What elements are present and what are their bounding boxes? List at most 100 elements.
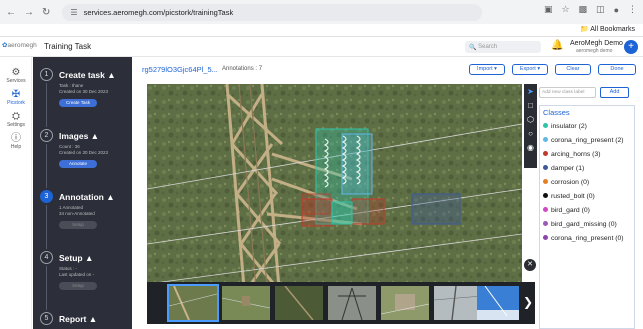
class-item[interactable]: corona_ring_present (0): [543, 235, 624, 242]
chevron-up-icon: ▲: [85, 253, 94, 263]
step-title: Setup ▲: [59, 253, 93, 263]
class-item[interactable]: arcing_horns (3): [543, 151, 601, 158]
thumbnail[interactable]: [167, 284, 219, 322]
back-arrow-icon[interactable]: ←: [6, 7, 16, 18]
class-item[interactable]: damper (1): [543, 165, 584, 172]
rectangle-tool-icon[interactable]: □: [524, 99, 537, 112]
bell-icon[interactable]: 🔔: [551, 40, 563, 51]
aeromegh-logo[interactable]: ✿aeromegh: [2, 41, 37, 49]
menu-dots-icon[interactable]: ⋮: [628, 4, 637, 15]
nav-item-settings[interactable]: ⛭ Settings: [0, 111, 32, 128]
split-icon[interactable]: ◫: [596, 4, 605, 15]
step-connector: [46, 144, 47, 188]
class-item[interactable]: insulator (2): [543, 123, 587, 130]
nav-label: Services: [6, 78, 26, 84]
step-line: 1 Annotated: [59, 205, 84, 210]
step-line: Created on 30 Dec 2023: [59, 89, 109, 94]
export-dropdown[interactable]: Export ▾: [512, 64, 548, 75]
step-title-text: Setup: [59, 253, 83, 263]
app-header: ✿aeromegh Training Task 🔍 Search 🔔 AeroM…: [0, 37, 643, 57]
annotations-count: Annotations : 7: [222, 66, 263, 72]
cast-icon[interactable]: ▣: [544, 4, 553, 15]
nav-label: Settings: [6, 122, 26, 128]
thumbnail[interactable]: [434, 286, 482, 320]
circle-tool-icon[interactable]: ○: [524, 127, 537, 140]
point-tool-icon[interactable]: ◉: [524, 141, 537, 154]
new-class-input[interactable]: Add new class label: [539, 87, 596, 98]
help-icon: ⓘ: [11, 133, 21, 144]
class-item[interactable]: rusted_bolt (0): [543, 193, 595, 200]
class-color-dot: [543, 207, 548, 212]
url-text: services.aeromegh.com/picstork/trainingT…: [83, 7, 234, 17]
all-bookmarks-label: All Bookmarks: [590, 26, 635, 33]
nav-item-services[interactable]: ⚙ Services: [0, 67, 32, 84]
step-title-text: Annotation: [59, 192, 104, 202]
step-number: 1: [40, 68, 53, 81]
class-color-dot: [543, 179, 548, 184]
image-file-name[interactable]: rg5279lO3Gjc64Pl_5...: [142, 65, 218, 74]
thumbnail[interactable]: [275, 286, 323, 320]
thumbnail[interactable]: [222, 286, 270, 320]
step-line: Last updated on -: [59, 272, 95, 277]
nav-label: Picstork: [7, 100, 25, 106]
class-item[interactable]: corona_ring_present (2): [543, 137, 624, 144]
pointer-icon[interactable]: ➤: [524, 85, 537, 98]
step-connector: [46, 266, 47, 310]
class-color-dot: [543, 193, 548, 198]
class-label: arcing_horns (3): [551, 151, 601, 158]
step-title: Create task ▲: [59, 70, 116, 80]
clear-button[interactable]: Clear: [555, 64, 591, 75]
step-number: 5: [40, 312, 53, 325]
step-title: Report ▲: [59, 314, 97, 324]
add-button[interactable]: +: [624, 40, 638, 54]
step-title: Images ▲: [59, 131, 99, 141]
class-item[interactable]: bird_gard_missing (0): [543, 221, 617, 228]
chevron-up-icon: ▲: [88, 314, 98, 324]
thumbnail[interactable]: [381, 286, 429, 320]
nav-label: Help: [10, 144, 22, 150]
bookmark-star-icon[interactable]: ☆: [561, 4, 569, 15]
user-name[interactable]: AeroMegh Demo: [570, 40, 623, 47]
step-line: 34 non-Annotated: [59, 211, 95, 216]
step-title-text: Create task: [59, 70, 105, 80]
all-bookmarks[interactable]: 📁 All Bookmarks: [580, 25, 635, 33]
import-dropdown[interactable]: Import ▾: [469, 64, 505, 75]
annotate-button[interactable]: Annotate: [59, 160, 97, 168]
add-class-button[interactable]: Add: [600, 87, 629, 98]
setup-button[interactable]: Setup: [59, 282, 97, 290]
class-label: corona_ring_present (0): [551, 235, 624, 242]
extensions-icon[interactable]: ▩: [579, 4, 588, 15]
import-label: Import: [477, 66, 493, 72]
nav-item-picstork[interactable]: ✠ Picstork: [0, 89, 32, 106]
step-number: 2: [40, 129, 53, 142]
step-line: Count : 36: [59, 144, 80, 149]
gear-icon: ⛭: [12, 111, 20, 122]
browser-toolbar: ← → ↻ ☰ services.aeromegh.com/picstork/t…: [0, 0, 643, 24]
done-button[interactable]: Done: [598, 64, 636, 75]
class-color-dot: [543, 151, 548, 156]
class-item[interactable]: bird_gard (0): [543, 207, 590, 214]
search-input[interactable]: 🔍 Search: [465, 41, 541, 53]
step-title-text: Images: [59, 131, 89, 141]
picstork-icon: ✠: [11, 89, 21, 100]
chevron-right-icon[interactable]: ❯: [523, 295, 533, 309]
polygon-tool-icon[interactable]: ⬡: [524, 113, 537, 126]
close-icon[interactable]: ✕: [524, 259, 536, 271]
site-info-icon[interactable]: ☰: [70, 8, 77, 17]
thumbnail[interactable]: [477, 286, 519, 320]
create-task-button[interactable]: Create Task: [59, 99, 97, 107]
profile-icon[interactable]: ●: [614, 5, 619, 15]
nav-item-help[interactable]: ⓘ Help: [0, 133, 32, 150]
setup-button-disabled[interactable]: Setup: [59, 221, 97, 229]
address-bar[interactable]: ☰ services.aeromegh.com/picstork/trainin…: [62, 3, 483, 21]
reload-icon[interactable]: ↻: [42, 7, 50, 18]
chevron-down-icon: ▾: [537, 66, 541, 72]
step-title: Annotation ▲: [59, 192, 115, 202]
class-label: insulator (2): [551, 123, 587, 130]
class-item[interactable]: corrosion (0): [543, 179, 589, 186]
forward-arrow-icon[interactable]: →: [24, 7, 34, 18]
class-panel: Add new class label Add Classes insulato…: [537, 84, 635, 329]
thumbnail[interactable]: [328, 286, 376, 320]
browser-actions: ▣ ☆ ▩ ◫ ● ⋮: [544, 4, 637, 15]
class-color-dot: [543, 165, 548, 170]
